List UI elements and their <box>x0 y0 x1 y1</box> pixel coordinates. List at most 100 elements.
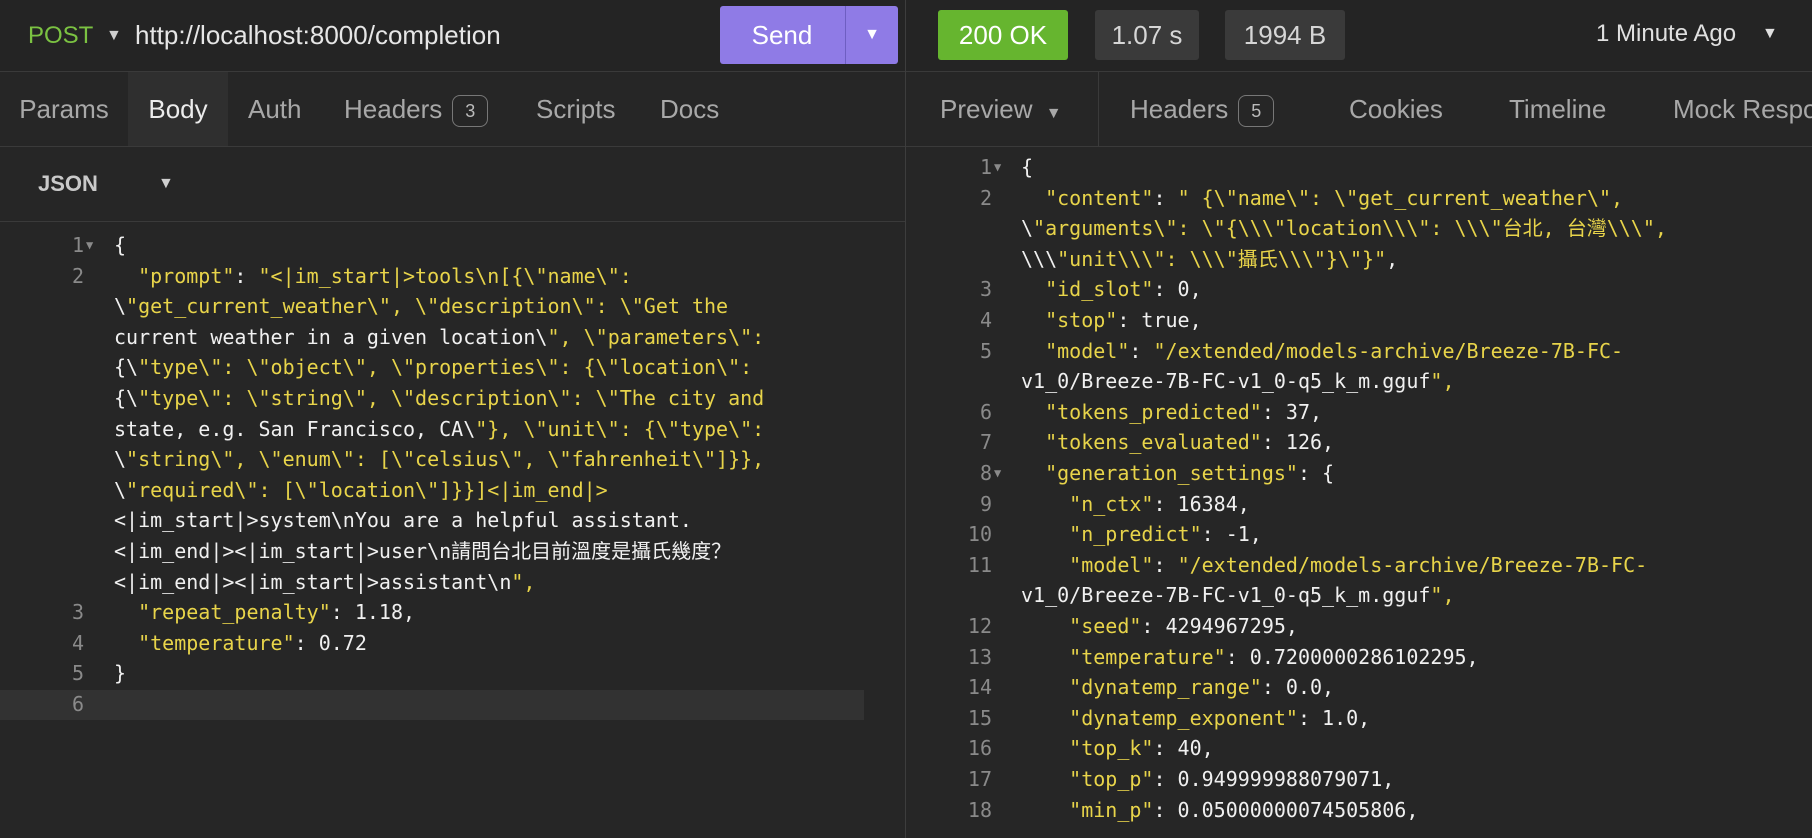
code-text: "prompt": "<|im_start|>tools\n[{\"name\"… <box>138 263 632 288</box>
code-text: \"arguments\": \"{\\\"location\\\": \\\"… <box>1021 216 1667 241</box>
code-line: v1_0/Breeze-7B-FC-v1_0-q5_k_m.gguf", <box>906 580 1811 611</box>
tab-headers[interactable]: Headers 3 <box>344 72 489 146</box>
code-line: \"string\", \"enum\": [\"celsius\", \"fa… <box>0 444 905 475</box>
code-line: 15 "dynatemp_exponent": 1.0, <box>906 703 1811 734</box>
line-number: 5 <box>71 661 84 686</box>
code-line: 16 "top_k": 40, <box>906 733 1811 764</box>
tab-label: Mock Respo <box>1673 94 1812 124</box>
code-line: 18 "min_p": 0.05000000074505806, <box>906 795 1811 826</box>
code-text: "content": " {\"name\": \"get_current_we… <box>1045 185 1624 210</box>
code-text: "min_p": 0.05000000074505806, <box>1069 797 1419 822</box>
code-text: "tokens_evaluated": 126, <box>1045 430 1335 455</box>
code-text: {\"type\": \"string\", \"description\": … <box>114 386 765 410</box>
code-text: "repeat_penalty": 1.18, <box>138 600 416 625</box>
code-text: "generation_settings": { <box>1045 461 1335 485</box>
chevron-down-icon[interactable]: ▼ <box>106 27 122 45</box>
tab-divider <box>1098 72 1099 146</box>
line-number: 3 <box>71 600 84 625</box>
fold-caret-icon[interactable]: ▼ <box>86 230 93 261</box>
tab-label: Scripts <box>536 94 616 124</box>
request-pane: POST ▼ http://localhost:8000/completion … <box>0 0 905 838</box>
code-text: "top_k": 40, <box>1069 736 1214 761</box>
code-text: \\\"unit\\\": \\\"攝氏\\\"}\"}", <box>1021 246 1399 271</box>
code-text: \"required\": [\"location\"]}}]<|im_end|… <box>114 477 608 502</box>
send-button-group: Send ▼ <box>720 6 898 64</box>
code-line: 7 "tokens_evaluated": 126, <box>906 427 1811 458</box>
code-text: current weather in a given location\", \… <box>114 324 765 349</box>
code-text: state, e.g. San Francisco, CA\"}, \"unit… <box>114 416 765 441</box>
code-text: "n_ctx": 16384, <box>1069 491 1250 516</box>
body-mode-bar: JSON ▼ <box>0 147 905 222</box>
code-line: 6 "tokens_predicted": 37, <box>906 397 1811 428</box>
line-number: 1 <box>71 233 84 257</box>
tab-params[interactable]: Params <box>0 72 128 146</box>
body-mode-selector[interactable]: JSON <box>38 171 98 197</box>
chevron-down-icon[interactable]: ▼ <box>846 6 898 64</box>
code-line: 12 "seed": 4294967295, <box>906 611 1811 642</box>
code-line: 17 "top_p": 0.949999988079071, <box>906 764 1811 795</box>
fold-caret-icon[interactable]: ▼ <box>994 152 1001 183</box>
url-input[interactable]: http://localhost:8000/completion <box>135 20 501 51</box>
code-line: 6 <box>0 689 905 720</box>
code-line: <|im_start|>system\nYou are a helpful as… <box>0 505 905 536</box>
tab-mock-response[interactable]: Mock Respo <box>1673 72 1812 146</box>
tab-headers[interactable]: Headers 5 <box>1130 72 1275 146</box>
code-text: } <box>114 661 127 686</box>
code-line: 14 "dynatemp_range": 0.0, <box>906 672 1811 703</box>
code-text: v1_0/Breeze-7B-FC-v1_0-q5_k_m.gguf", <box>1021 369 1455 394</box>
fold-caret-icon[interactable]: ▼ <box>994 458 1001 489</box>
code-line: current weather in a given location\", \… <box>0 322 905 353</box>
code-line: 11 "model": "/extended/models-archive/Br… <box>906 550 1811 581</box>
tab-preview[interactable]: Preview ▼ <box>940 72 1062 146</box>
status-badge: 200 OK <box>938 10 1068 60</box>
code-text: \"get_current_weather\", \"description\"… <box>114 294 729 319</box>
line-number: 8 <box>979 461 992 485</box>
code-text: "n_predict": -1, <box>1069 522 1262 547</box>
code-line: 1 ▼ { <box>0 230 905 261</box>
code-line: 13 "temperature": 0.7200000286102295, <box>906 642 1811 673</box>
code-text: <|im_end|><|im_start|>user\n請問台北目前溫度是攝氏幾… <box>114 539 732 563</box>
tab-label: Timeline <box>1509 94 1607 124</box>
headers-count-badge: 3 <box>452 95 489 128</box>
request-body-editor[interactable]: 1 ▼ {2 "prompt": "<|im_start|>tools\n[{\"n… <box>0 222 905 838</box>
code-line: \"get_current_weather\", \"description\"… <box>0 291 905 322</box>
code-line: 2 "content": " {\"name\": \"get_current_… <box>906 183 1811 214</box>
line-number: 6 <box>71 692 84 716</box>
code-text: <|im_start|>system\nYou are a helpful as… <box>114 508 692 533</box>
line-number: 14 <box>967 675 992 700</box>
code-text: "stop": true, <box>1045 308 1202 332</box>
code-line: v1_0/Breeze-7B-FC-v1_0-q5_k_m.gguf", <box>906 366 1811 397</box>
tab-cookies[interactable]: Cookies <box>1349 72 1443 146</box>
code-text: "temperature": 0.72 <box>138 630 367 655</box>
line-number: 7 <box>979 430 992 455</box>
code-line: 10 "n_predict": -1, <box>906 519 1811 550</box>
tab-label: Params <box>19 94 109 124</box>
url-bar: POST ▼ http://localhost:8000/completion … <box>0 0 905 72</box>
tab-docs[interactable]: Docs <box>660 72 719 146</box>
tab-timeline[interactable]: Timeline <box>1509 72 1606 146</box>
code-line: state, e.g. San Francisco, CA\"}, \"unit… <box>0 414 905 445</box>
line-number: 2 <box>979 185 992 210</box>
line-number: 12 <box>967 614 992 638</box>
code-line: <|im_end|><|im_start|>user\n請問台北目前溫度是攝氏幾… <box>0 536 905 567</box>
code-text: <|im_end|><|im_start|>assistant\n", <box>114 569 536 594</box>
method-selector[interactable]: POST <box>28 22 93 50</box>
line-number: 1 <box>979 155 992 179</box>
chevron-down-icon[interactable]: ▼ <box>1762 25 1778 43</box>
chevron-down-icon[interactable]: ▼ <box>158 175 174 193</box>
chevron-down-icon: ▼ <box>1045 105 1062 122</box>
response-preview[interactable]: 1 ▼{2 "content": " {\"name\": \"get_curre… <box>906 147 1812 838</box>
tab-label: Auth <box>248 94 302 124</box>
tab-auth[interactable]: Auth <box>248 72 302 146</box>
send-button[interactable]: Send <box>720 6 844 64</box>
code-text: { <box>114 233 127 257</box>
code-line: {\"type\": \"object\", \"properties\": {… <box>0 352 905 383</box>
tab-label: Preview <box>940 94 1033 124</box>
tab-label: Docs <box>660 94 720 124</box>
tab-label: Headers <box>344 94 443 124</box>
history-selector[interactable]: 1 Minute Ago <box>1596 20 1736 48</box>
code-text: "model": "/extended/models-archive/Breez… <box>1045 338 1624 363</box>
tab-body[interactable]: Body <box>128 72 228 146</box>
tab-scripts[interactable]: Scripts <box>536 72 615 146</box>
code-text: "id_slot": 0, <box>1045 277 1202 302</box>
